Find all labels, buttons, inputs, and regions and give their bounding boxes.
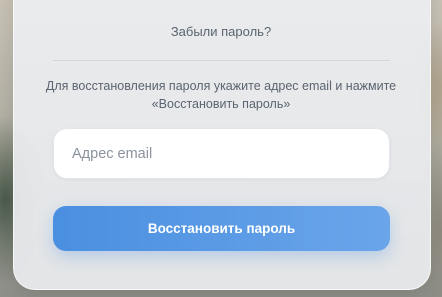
restore-password-button[interactable]: Восстановить пароль: [53, 206, 390, 251]
forgot-password-link[interactable]: Забыли пароль?: [0, 24, 442, 39]
divider: [53, 60, 390, 61]
email-input[interactable]: [53, 128, 390, 179]
recovery-instructions: Для восстановления пароля укажите адрес …: [45, 79, 397, 111]
